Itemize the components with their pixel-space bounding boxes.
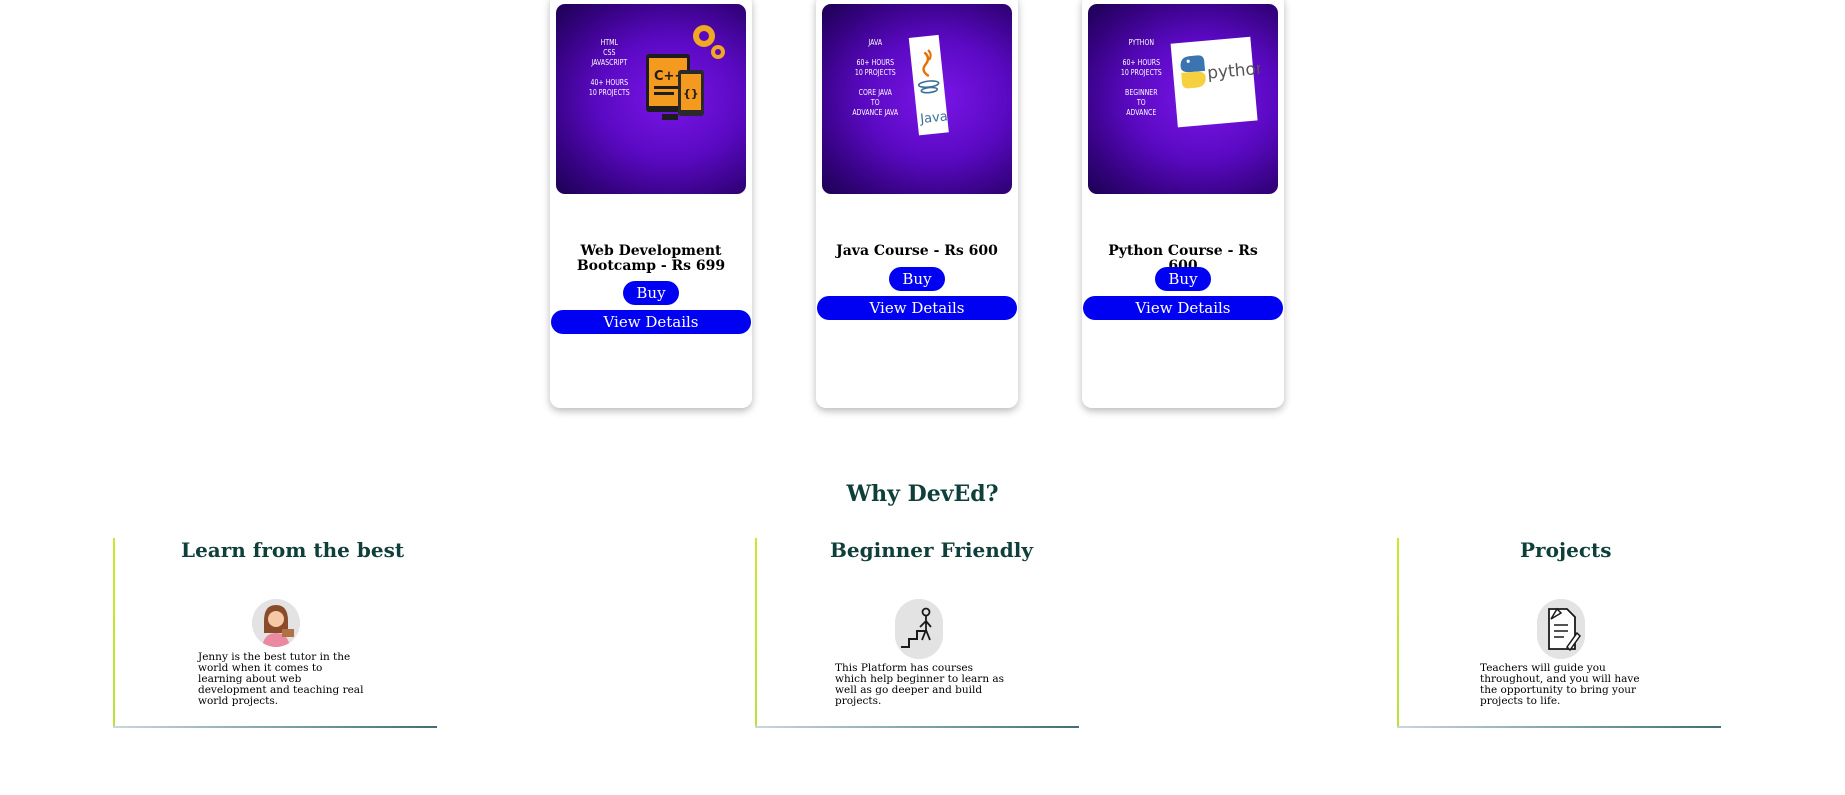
course-card-java: JAVA 60+ HOURS 10 PROJECTS CORE JAVA TO … bbox=[816, 0, 1018, 408]
code-device-icon: C++ {} bbox=[646, 25, 725, 120]
thumbnail-text: HTML CSS JAVASCRIPT 40+ HOURS 10 PROJECT… bbox=[588, 38, 630, 97]
feature-learn-from-best: Learn from the best Jenny is the best tu… bbox=[113, 538, 437, 728]
feature-title: Beginner Friendly bbox=[830, 538, 1033, 562]
view-details-button[interactable]: View Details bbox=[817, 296, 1017, 320]
accent-bar-left bbox=[1397, 538, 1399, 728]
view-details-button[interactable]: View Details bbox=[1083, 296, 1283, 320]
thumbnail-text: PYTHON 60+ HOURS 10 PROJECTS BEGINNER TO… bbox=[1120, 38, 1162, 117]
accent-bar-bottom bbox=[113, 726, 437, 728]
feature-description: This Platform has courses which help beg… bbox=[835, 662, 1005, 707]
buy-button[interactable]: Buy bbox=[623, 281, 679, 305]
course-cards-section: HTML CSS JAVASCRIPT 40+ HOURS 10 PROJECT… bbox=[0, 0, 1845, 420]
climbing-stairs-icon bbox=[895, 599, 943, 659]
feature-title: Learn from the best bbox=[181, 538, 405, 562]
python-logo-icon: python bbox=[1170, 36, 1260, 128]
view-details-button[interactable]: View Details bbox=[551, 310, 751, 334]
accent-bar-bottom bbox=[1397, 726, 1721, 728]
course-thumbnail[interactable]: PYTHON 60+ HOURS 10 PROJECTS BEGINNER TO… bbox=[1088, 4, 1278, 194]
tutor-avatar-icon bbox=[252, 599, 300, 647]
feature-description: Teachers will guide you throughout, and … bbox=[1480, 662, 1640, 707]
course-thumbnail[interactable]: JAVA 60+ HOURS 10 PROJECTS CORE JAVA TO … bbox=[822, 4, 1012, 194]
course-card-web-development: HTML CSS JAVASCRIPT 40+ HOURS 10 PROJECT… bbox=[550, 0, 752, 408]
course-card-python: PYTHON 60+ HOURS 10 PROJECTS BEGINNER TO… bbox=[1082, 0, 1284, 408]
course-title: Web Development Bootcamp - Rs 699 bbox=[576, 243, 726, 274]
svg-text:{}: {} bbox=[683, 87, 699, 100]
feature-projects: Projects Teachers will guide you through… bbox=[1397, 538, 1721, 728]
accent-bar-left bbox=[755, 538, 757, 728]
buy-button[interactable]: Buy bbox=[889, 267, 945, 291]
buy-button[interactable]: Buy bbox=[1155, 267, 1211, 291]
accent-bar-bottom bbox=[755, 726, 1079, 728]
accent-bar-left bbox=[113, 538, 115, 728]
java-logo-icon: Java bbox=[908, 34, 949, 136]
feature-title: Projects bbox=[1520, 538, 1612, 562]
course-title: Java Course - Rs 600 bbox=[836, 243, 998, 259]
project-document-icon bbox=[1537, 599, 1585, 659]
thumbnail-text: JAVA 60+ HOURS 10 PROJECTS CORE JAVA TO … bbox=[852, 38, 899, 117]
feature-beginner-friendly: Beginner Friendly This Platform has cour… bbox=[755, 538, 1079, 728]
why-heading: Why DevEd? bbox=[846, 481, 999, 507]
feature-description: Jenny is the best tutor in the world whe… bbox=[198, 651, 364, 707]
course-thumbnail[interactable]: HTML CSS JAVASCRIPT 40+ HOURS 10 PROJECT… bbox=[556, 4, 746, 194]
java-logo-text: Java bbox=[919, 109, 949, 127]
